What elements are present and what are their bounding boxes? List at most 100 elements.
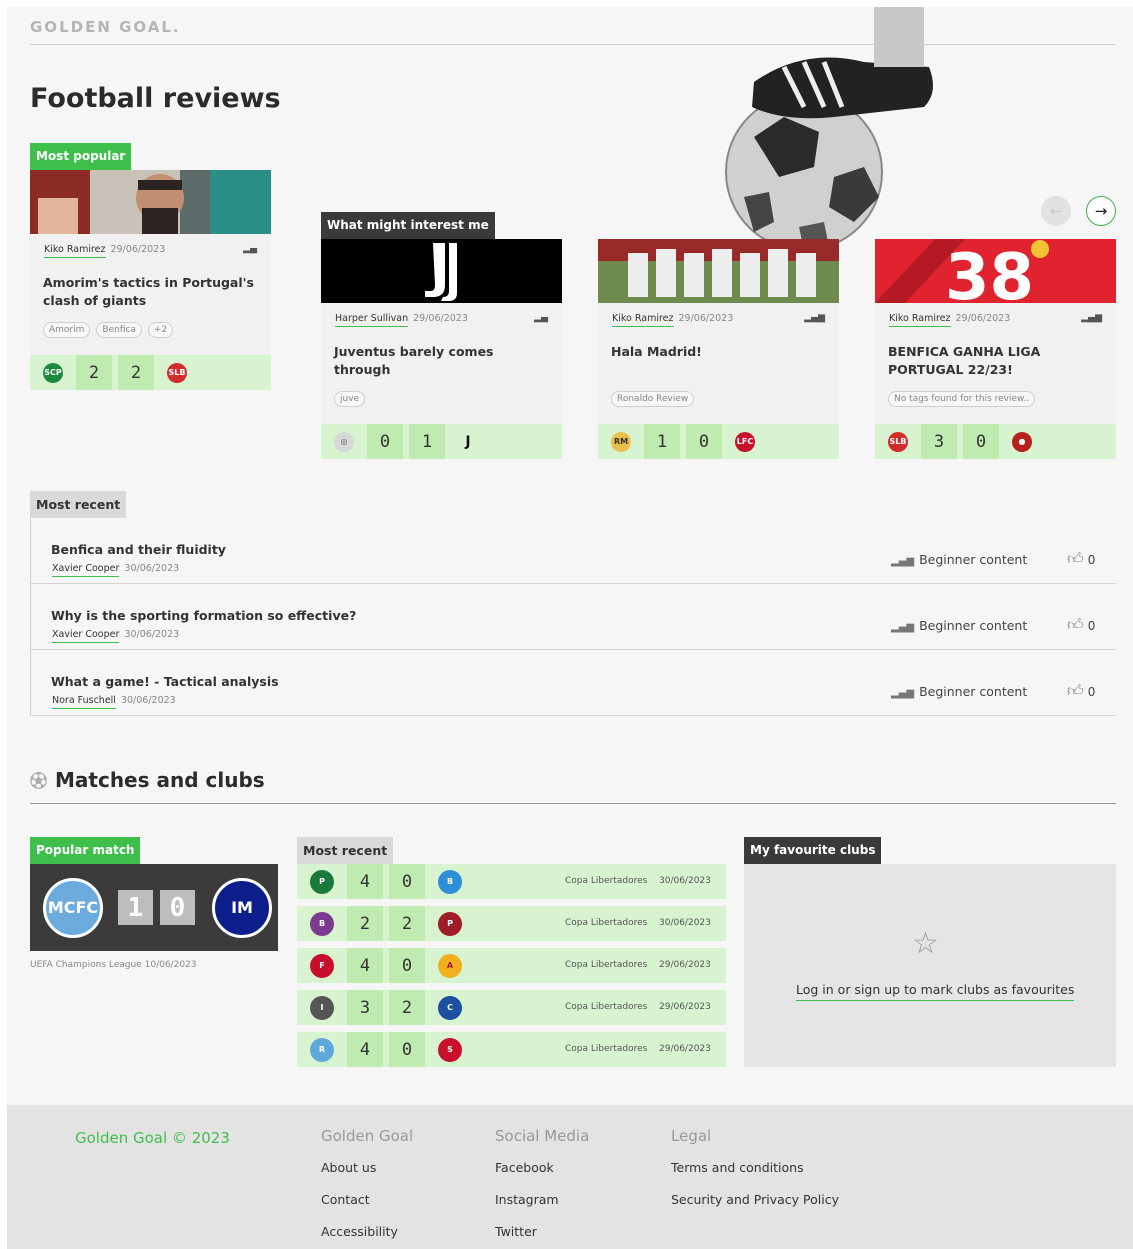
manchester-city-crest-icon: MCFC [43,877,103,938]
competition-name: Copa Libertadores [565,1002,648,1012]
review-date: 30/06/2023 [124,563,180,574]
favourite-clubs-panel: ☆ Log in or sign up to mark clubs as fav… [744,864,1116,1067]
favourite-clubs-label: My favourite clubs [744,837,882,864]
match-row[interactable]: F 4 0 A Copa Libertadores 29/06/2023 [297,948,726,983]
content-level-label: Beginner content [919,684,1028,699]
club-crest-icon: A [438,953,462,978]
match-row[interactable]: B 2 2 P Copa Libertadores 30/06/2023 [297,906,726,941]
footer-column: Social Media Facebook Instagram Twitter [495,1127,589,1249]
most-popular-label: Most popular [30,143,132,170]
popular-away-score: 0 [160,890,195,925]
footer-link-about[interactable]: About us [321,1160,413,1192]
sporting-crest-icon: SCP [43,362,63,383]
footer-link-accessibility[interactable]: Accessibility [321,1224,413,1249]
recent-reviews-list: Benfica and their fluidity Xavier Cooper… [30,518,1116,716]
list-item[interactable]: Benfica and their fluidity Xavier Cooper… [31,518,1116,584]
review-card[interactable]: 38 Kiko Ramirez 29/06/2023 ▂▄▆ BENFICA GA… [875,239,1116,459]
review-tags: juve [334,391,366,407]
matches-divider [30,803,1116,804]
review-meta: Kiko Ramirez 29/06/2023 [889,313,1011,327]
recent-review-title[interactable]: Why is the sporting formation so effecti… [51,608,356,623]
like-button[interactable]: 👍︎ 0 [1067,549,1095,569]
recent-review-title[interactable]: What a game! - Tactical analysis [51,674,279,689]
popular-home-score: 1 [118,890,153,925]
footer-link-instagram[interactable]: Instagram [495,1192,589,1224]
author-link[interactable]: Xavier Cooper [52,563,120,577]
review-title[interactable]: Amorim's tactics in Portugal's clash of … [43,274,258,310]
author-link[interactable]: Xavier Cooper [52,629,120,643]
author-link[interactable]: Harper Sullivan [335,313,409,327]
tag[interactable]: juve [334,391,366,407]
tag[interactable]: Ronaldo Review [611,391,695,407]
review-title[interactable]: Hala Madrid! [611,343,826,361]
review-title[interactable]: BENFICA GANHA LIGA PORTUGAL 22/23! [888,343,1103,379]
popular-match-card[interactable]: MCFC 1 0 IM [30,864,278,951]
carousel-next-button[interactable]: → [1086,196,1116,226]
author-link[interactable]: Kiko Ramirez [612,313,674,327]
review-meta: Nora Fuschell 30/06/2023 [52,695,176,709]
away-score: 0 [686,424,722,459]
tag: No tags found for this review.. [888,391,1036,407]
tag[interactable]: Benfica [96,322,142,338]
tag[interactable]: Amorim [43,322,91,338]
like-button[interactable]: 👍︎ 0 [1067,681,1095,701]
footer-link-facebook[interactable]: Facebook [495,1160,589,1192]
review-card[interactable]: Harper Sullivan 29/06/2023 ▂▄ Juventus ba… [321,239,562,459]
difficulty-bars-icon: ▂▄▆ [891,688,915,699]
review-card[interactable]: Kiko Ramirez 29/06/2023 ▂▄▆ Hala Madrid! … [598,239,839,459]
footer-link-terms[interactable]: Terms and conditions [671,1160,839,1192]
home-score: 2 [347,906,383,941]
match-date: 29/06/2023 [659,1044,711,1054]
review-title[interactable]: Juventus barely comes through [334,343,549,379]
author-link[interactable]: Nora Fuschell [52,695,116,709]
match-date: 30/06/2023 [659,876,711,886]
competition-name: Copa Libertadores [565,918,648,928]
tag[interactable]: +2 [147,322,174,338]
review-card[interactable]: Kiko Ramirez 29/06/2023 ▂▄ Amorim's tacti… [30,170,271,390]
content-level-label: Beginner content [919,552,1028,567]
footer-heading: Legal [671,1127,712,1145]
review-meta: Harper Sullivan 29/06/2023 [335,313,468,327]
away-score: 2 [118,355,154,390]
recent-review-title[interactable]: Benfica and their fluidity [51,542,226,557]
difficulty-bars-icon: ▂▄ [243,244,257,254]
club-crest-icon: B [310,911,334,936]
review-image [321,239,562,303]
login-signup-link[interactable]: Log in or sign up to mark clubs as favou… [796,982,1075,1001]
palmeiras-crest-icon: P [310,869,334,894]
page-title: Football reviews [30,83,281,114]
hero-shoe-ball-image [725,7,933,251]
popular-match-info: UEFA Champions League 10/06/2023 [30,960,197,970]
review-date: 29/06/2023 [955,313,1011,324]
carousel-prev-button[interactable]: ← [1041,196,1071,226]
home-score: 2 [76,355,112,390]
thumbs-up-icon: 👍︎ [1067,681,1084,700]
list-item[interactable]: Why is the sporting formation so effecti… [31,584,1116,650]
footer-link-twitter[interactable]: Twitter [495,1224,589,1249]
home-score: 4 [347,1032,383,1067]
thumbs-up-icon: 👍︎ [1067,615,1084,634]
brand-logo[interactable]: GOLDEN GOAL. [30,18,181,36]
away-score: 0 [389,948,425,983]
competition-name: UEFA Champions League [30,960,142,970]
benfica-crest-icon: SLB [167,362,187,383]
match-row[interactable]: I 3 2 C Copa Libertadores 29/06/2023 [297,990,726,1025]
most-recent-label: Most recent [30,491,127,518]
match-row[interactable]: P 4 0 B Copa Libertadores 30/06/2023 [297,864,726,899]
page: GOLDEN GOAL. Football reviews ← → Most p… [7,7,1133,1249]
footer-link-contact[interactable]: Contact [321,1192,413,1224]
inter-crest-icon: IM [212,877,272,938]
footer-link-privacy[interactable]: Security and Privacy Policy [671,1192,839,1224]
author-link[interactable]: Kiko Ramirez [889,313,951,327]
like-button[interactable]: 👍︎ 0 [1067,615,1095,635]
flamengo-crest-icon: F [310,953,334,978]
difficulty-bars-icon: ▂▄ [534,313,548,323]
matches-heading-text: Matches and clubs [55,767,265,792]
away-score: 0 [963,424,999,459]
match-date: 29/06/2023 [659,1002,711,1012]
list-item[interactable]: What a game! - Tactical analysis Nora Fu… [31,650,1116,716]
football-icon: ⚽︎ [30,772,47,792]
match-row[interactable]: R 4 0 S Copa Libertadores 29/06/2023 [297,1032,726,1067]
juventus-crest-icon: J [465,433,471,450]
author-link[interactable]: Kiko Ramirez [44,244,106,258]
